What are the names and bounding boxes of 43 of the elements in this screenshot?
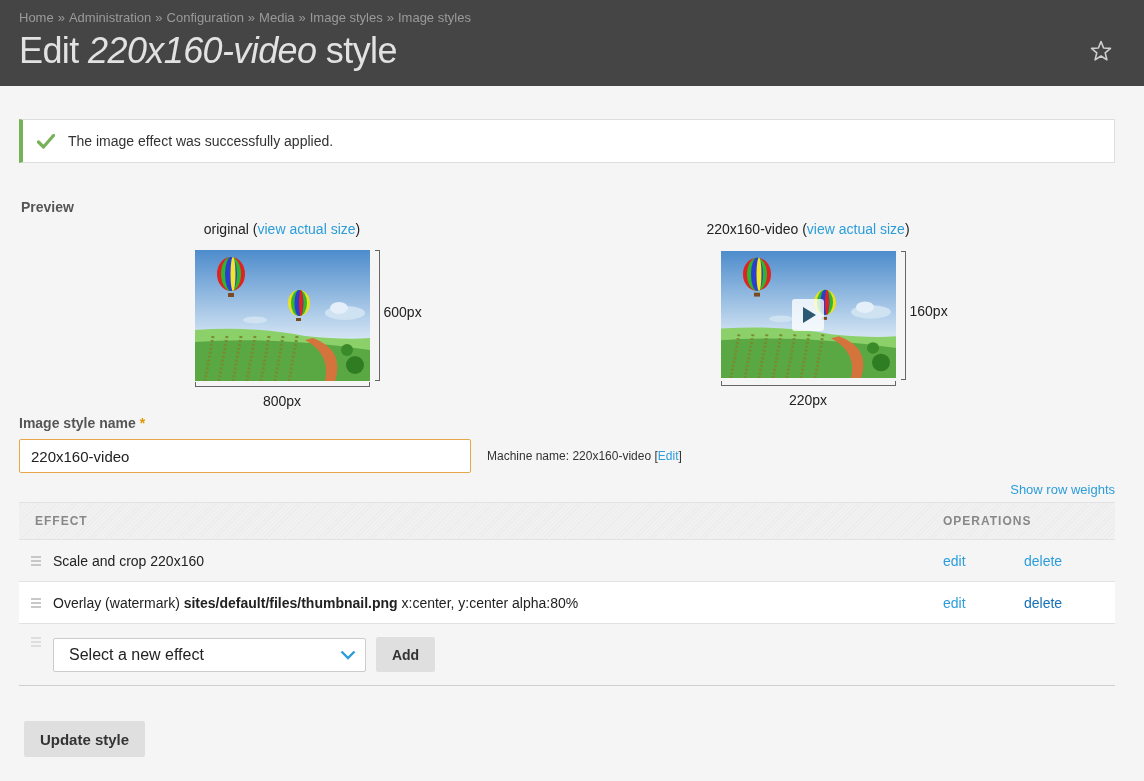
- breadcrumb-link[interactable]: Image styles: [309, 10, 383, 26]
- height-label: 160px: [909, 303, 948, 320]
- row-weights-link[interactable]: Show row weights: [1010, 482, 1115, 498]
- add-button[interactable]: Add: [376, 637, 435, 672]
- breadcrumb-separator: »: [57, 10, 65, 26]
- operation-link[interactable]: edit: [943, 594, 966, 611]
- chevron-down-icon: [340, 650, 356, 660]
- star-icon[interactable]: [1090, 40, 1112, 62]
- width-label: 800px: [262, 393, 302, 409]
- breadcrumb-link[interactable]: Administration: [68, 10, 152, 26]
- breadcrumb-separator: »: [298, 10, 306, 26]
- effect-cell-text: Overlay (watermark) sites/default/files/thumbnail.png x:center, y:center alpha:80%: [53, 594, 580, 611]
- update-style-button[interactable]: Update style: [24, 721, 145, 757]
- column-header: EFFECT: [34, 514, 89, 528]
- breadcrumb-link[interactable]: Home: [19, 10, 54, 26]
- breadcrumb-link[interactable]: Image styles: [397, 10, 471, 26]
- operation-link[interactable]: delete: [1024, 594, 1063, 611]
- operation-link[interactable]: edit: [943, 552, 966, 569]
- section-label: Preview: [20, 198, 75, 216]
- effect-cell-text: Scale and crop 220x160: [53, 552, 205, 569]
- breadcrumb-separator: »: [247, 10, 256, 26]
- view-size-link[interactable]: view actual size: [806, 221, 905, 237]
- page-title: Edit 220x160-video style: [19, 29, 398, 73]
- preview-caption: 220x160-video (view actual size): [705, 220, 911, 238]
- breadcrumb-separator: »: [386, 10, 394, 26]
- check-icon: [37, 133, 55, 149]
- style-name-input[interactable]: 220x160-video: [19, 439, 471, 473]
- message-text: The image effect was successfully applied.: [68, 133, 334, 149]
- required-mark: *: [139, 415, 146, 431]
- drag-handle-icon[interactable]: [31, 555, 41, 566]
- breadcrumb-link[interactable]: Configuration: [166, 10, 244, 26]
- view-size-link[interactable]: view actual size: [257, 221, 356, 237]
- preview-caption: original (view actual size): [202, 220, 362, 238]
- field-label: Image style name: [19, 415, 136, 431]
- height-label: 600px: [383, 303, 422, 320]
- column-header: OPERATIONS: [943, 514, 1033, 528]
- machine-name-text: Machine name: 220x160-video [Edit]: [487, 449, 682, 463]
- breadcrumb-separator: »: [155, 10, 163, 26]
- drag-handle-icon[interactable]: [31, 597, 41, 608]
- breadcrumb-link[interactable]: Media: [259, 10, 295, 26]
- width-label: 220px: [788, 391, 828, 408]
- operation-link[interactable]: delete: [1024, 552, 1063, 569]
- effect-select[interactable]: Select a new effect: [53, 638, 366, 672]
